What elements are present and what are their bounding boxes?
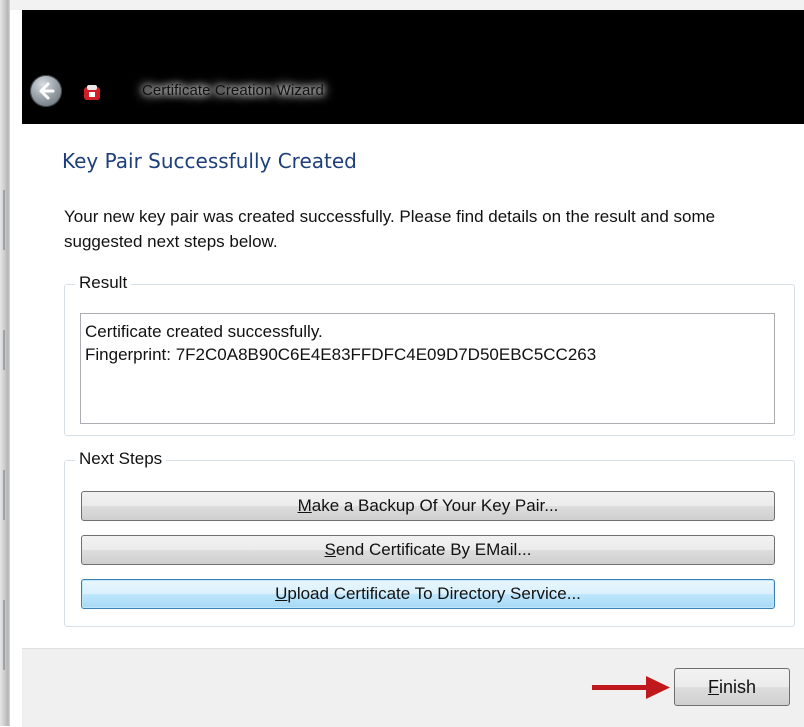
result-textbox[interactable]: Certificate created successfully. Finger… bbox=[80, 313, 775, 424]
page-title: Key Pair Successfully Created bbox=[62, 149, 357, 173]
result-group: Result Certificate created successfully.… bbox=[64, 273, 795, 436]
result-line-status: Certificate created successfully. bbox=[85, 322, 323, 341]
next-steps-group: Next Steps Make a Backup Of Your Key Pai… bbox=[64, 449, 795, 627]
backup-key-pair-button[interactable]: Make a Backup Of Your Key Pair... bbox=[81, 491, 775, 521]
wizard-content: Key Pair Successfully Created Your new k… bbox=[22, 124, 804, 648]
wizard-titlebar: Certificate Creation Wizard bbox=[22, 10, 804, 124]
window-frame-top bbox=[0, 0, 804, 10]
send-certificate-email-button[interactable]: Send Certificate By EMail... bbox=[81, 535, 775, 565]
result-line-fingerprint: Fingerprint: 7F2C0A8B90C6E4E83FFDFC4E09D… bbox=[85, 345, 597, 364]
result-group-label: Result bbox=[75, 273, 132, 293]
next-steps-group-label: Next Steps bbox=[75, 449, 167, 469]
certificate-app-icon bbox=[82, 84, 102, 102]
back-arrow-icon[interactable] bbox=[30, 75, 62, 107]
window-frame-left bbox=[0, 0, 10, 726]
wizard-footer: Finish bbox=[22, 648, 804, 727]
page-description: Your new key pair was created successful… bbox=[64, 207, 716, 251]
window-title: Certificate Creation Wizard bbox=[142, 82, 324, 99]
upload-certificate-directory-button[interactable]: Upload Certificate To Directory Service.… bbox=[81, 579, 775, 609]
red-arrow-icon bbox=[592, 676, 670, 699]
finish-button[interactable]: Finish bbox=[674, 668, 790, 706]
